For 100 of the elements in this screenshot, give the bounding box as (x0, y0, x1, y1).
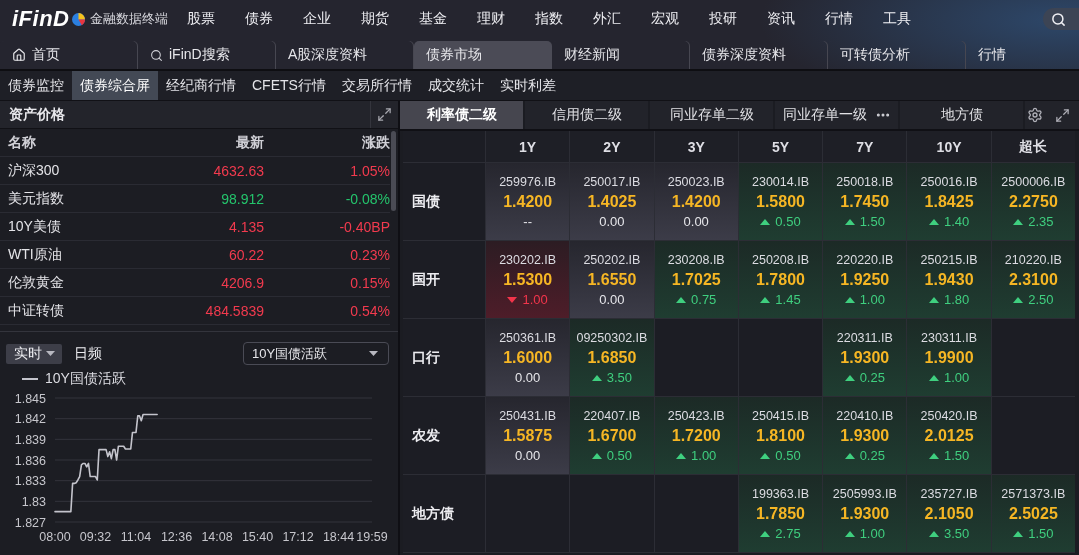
latest-price: 4632.63 (212, 162, 264, 179)
page-tab[interactable]: iFinD搜索 (138, 41, 276, 69)
bond-tab[interactable]: 利率债二级 (400, 101, 523, 129)
yield-change: 1.00 (691, 447, 717, 464)
yield-value: 1.7200 (671, 425, 721, 446)
menu-item[interactable]: 行情 (825, 10, 853, 28)
expand-icon (377, 107, 392, 122)
y-axis-label: 1.839 (14, 432, 46, 447)
x-axis-label: 18:44 (322, 530, 355, 544)
menu-item[interactable]: 期货 (361, 10, 389, 28)
y-axis-label: 1.827 (14, 515, 46, 530)
mode-tab[interactable]: 日频 (66, 343, 109, 364)
menu-item[interactable]: 工具 (883, 10, 911, 28)
row-header: 国开 (403, 241, 485, 318)
asset-name: 美元指数 (8, 189, 65, 208)
yield-value: 1.7450 (840, 191, 890, 212)
search-field[interactable] (1043, 8, 1079, 30)
bond-code: 235727.IB (920, 485, 978, 502)
search-icon (150, 48, 163, 62)
yield-value: 1.5875 (503, 425, 553, 446)
page-tab[interactable]: 债券深度资料 (690, 41, 828, 69)
asset-name: 伦敦黄金 (8, 273, 65, 292)
yield-change: 0.00 (515, 369, 541, 386)
sub-tab[interactable]: 债券综合屏 (72, 71, 158, 100)
scrollbar[interactable] (391, 131, 396, 211)
menu-item[interactable]: 指数 (535, 10, 563, 28)
bond-code: 250361.IB (499, 329, 557, 346)
bond-code: 250423.IB (667, 407, 725, 424)
x-axis-label: 08:00 (39, 530, 71, 544)
bond-tab[interactable]: 同业存单二级 (650, 101, 773, 129)
menu-item[interactable]: 债券 (245, 10, 273, 28)
latest-price: 98.912 (220, 190, 264, 207)
yield-value: 1.6000 (503, 347, 553, 368)
sub-tab[interactable]: 交易所行情 (333, 71, 420, 100)
sub-tab[interactable]: 债券监控 (0, 71, 72, 100)
yield-value: 1.7850 (756, 503, 805, 524)
bond-code: 250017.IB (583, 173, 641, 190)
bond-code: 250023.IB (667, 173, 725, 190)
page-tab[interactable]: 财经新闻 (552, 41, 690, 69)
sub-tab[interactable]: 经纪商行情 (158, 71, 244, 100)
menu-item[interactable]: 投研 (709, 10, 737, 28)
yield-change: 0.25 (859, 447, 885, 464)
menu-item[interactable]: 股票 (187, 10, 215, 28)
column-header: 5Y (738, 131, 823, 162)
yield-change: 1.50 (943, 447, 970, 464)
menu-item[interactable]: 基金 (419, 10, 447, 28)
asset-name: 沪深300 (8, 161, 61, 180)
price-change: 1.05% (349, 162, 390, 179)
bond-code: 2500006.IB (1001, 173, 1066, 190)
page-tab[interactable]: A股深度资料 (276, 41, 414, 69)
logo-wordmark: iFinD (12, 7, 70, 31)
bond-code: 230202.IB (499, 251, 557, 268)
latest-price: 60.22 (227, 246, 264, 263)
bond-code: 09250302.IB (576, 329, 648, 346)
yield-change: 3.50 (606, 369, 633, 386)
bond-code: 250415.IB (752, 407, 809, 424)
bond-tab[interactable]: 地方债 (900, 101, 1023, 129)
page-tab[interactable]: 行情 (966, 41, 1079, 69)
row-header: 地方债 (403, 475, 485, 552)
menu-item[interactable]: 宏观 (651, 10, 679, 28)
bond-code: 250420.IB (920, 407, 978, 424)
yield-change: 2.35 (1028, 213, 1054, 230)
menu-item[interactable]: 资讯 (767, 10, 795, 28)
menu-item[interactable]: 企业 (303, 10, 331, 28)
yield-change: 0.00 (683, 213, 709, 230)
yield-value: 1.9430 (924, 269, 974, 290)
yield-value: 2.2750 (1008, 191, 1058, 212)
menu-item[interactable]: 理财 (477, 10, 505, 28)
sub-tab[interactable]: 成交统计 (419, 71, 492, 100)
yield-value: 1.4025 (587, 191, 637, 212)
yield-change: 0.00 (599, 213, 625, 230)
page-tab[interactable]: 首页 (0, 41, 138, 69)
bond-tab[interactable]: 同业存单一级 (775, 101, 898, 129)
bond-tab[interactable]: 信用债二级 (525, 101, 648, 129)
yield-value: 1.9300 (840, 503, 890, 524)
menu-item[interactable]: 外汇 (593, 10, 621, 28)
yield-change: 1.80 (943, 291, 970, 308)
settings-icon[interactable] (1027, 107, 1043, 123)
page-tab[interactable]: 可转债分析 (828, 41, 966, 69)
yield-change: 0.75 (691, 291, 717, 308)
yield-value: 2.5025 (1008, 503, 1058, 524)
page-tab[interactable]: 债券市场 (414, 41, 552, 69)
y-axis-label: 1.833 (14, 474, 46, 489)
caret-icon (369, 351, 378, 356)
yield-value: 1.9900 (924, 347, 974, 368)
expand-icon[interactable] (1055, 107, 1070, 123)
yield-value: 1.8425 (924, 191, 974, 212)
bond-code: 250208.IB (752, 251, 809, 268)
row-header: 国债 (403, 163, 485, 240)
series-select[interactable]: 10Y国债活跃 (243, 342, 389, 365)
price-change: -0.40BP (338, 218, 390, 235)
pie-chart-icon (71, 12, 85, 26)
yield-change: 1.50 (1028, 525, 1054, 542)
sub-tab[interactable]: 实时利差 (491, 71, 564, 100)
bond-code: 230208.IB (667, 251, 725, 268)
sub-tab[interactable]: CFETS行情 (244, 71, 334, 100)
mode-tab[interactable]: 实时 (6, 343, 62, 364)
yield-value: 1.9300 (840, 425, 890, 446)
yield-value: 1.9300 (840, 347, 890, 368)
bond-code: 220311.IB (836, 329, 893, 346)
